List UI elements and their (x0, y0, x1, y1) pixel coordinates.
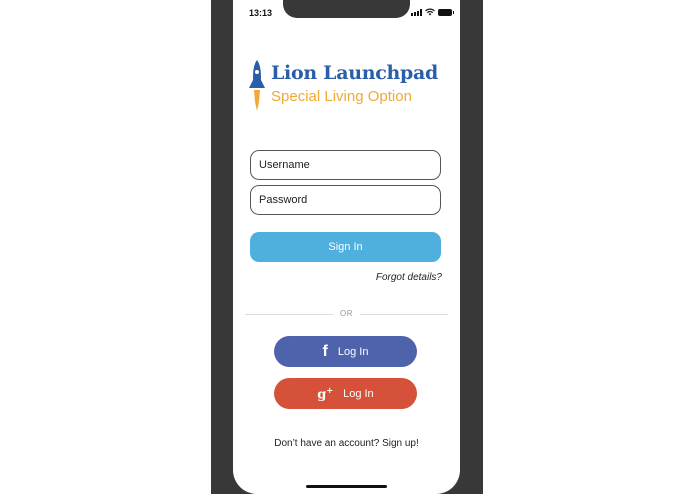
google-plus-login-button[interactable]: g+ Log In (274, 378, 417, 409)
screen-corner-bottom-right (436, 470, 460, 494)
password-input[interactable] (250, 185, 441, 215)
forgot-details-link[interactable]: Forgot details? (340, 272, 442, 283)
rocket-icon (249, 60, 265, 111)
screen-corner-bottom-left (233, 470, 257, 494)
sign-in-button[interactable]: Sign In (250, 232, 441, 262)
divider-line-left (245, 314, 333, 315)
username-input[interactable] (250, 150, 441, 180)
app-logo: Lion Launchpad Special Living Option (248, 58, 448, 114)
or-divider: OR (245, 308, 448, 320)
home-indicator[interactable] (306, 485, 387, 488)
status-icons (411, 8, 454, 16)
facebook-login-label: Log In (337, 345, 369, 358)
logo-title: Lion Launchpad (271, 62, 439, 84)
battery-icon (438, 8, 454, 16)
sign-up-link[interactable]: Don’t have an account? Sign up! (240, 438, 453, 449)
wifi-icon (425, 8, 435, 16)
or-label: OR (340, 309, 353, 318)
google-plus-icon: g+ (317, 384, 334, 403)
divider-line-right (360, 314, 448, 315)
google-login-label: Log In (343, 387, 374, 400)
device-notch (283, 0, 410, 18)
cellular-signal-icon (411, 8, 422, 16)
facebook-login-button[interactable]: f Log In (274, 336, 417, 367)
logo-subtitle: Special Living Option (271, 88, 412, 105)
facebook-icon: f (322, 342, 328, 360)
status-time: 13:13 (249, 8, 273, 18)
app-stage: 13:13 Lion Launchpad Special Living Opti… (0, 0, 695, 494)
